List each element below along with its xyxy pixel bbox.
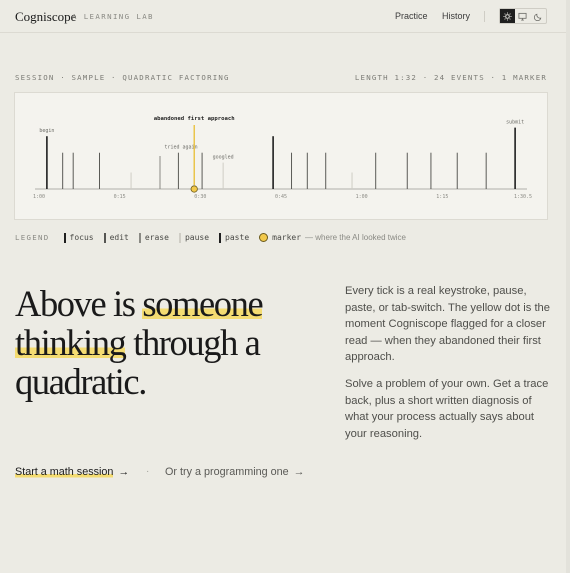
axis-tick-label: 1:00 [33, 194, 45, 200]
cta-separator: · [146, 466, 150, 477]
axis-tick-label: 1:00 [356, 194, 368, 200]
logo[interactable]: Cogniscope [15, 9, 76, 25]
event-label: tried again [164, 145, 197, 151]
legend-edit: edit [103, 232, 129, 243]
axis-tick-label: 1:30.5 [514, 194, 532, 200]
legend-title: LEGEND [15, 233, 50, 242]
legend-paste: paste [219, 232, 249, 243]
top-bar: Cogniscope A LEARNING LAB Practice Histo… [0, 0, 570, 33]
nav-divider [484, 11, 485, 22]
nav-practice[interactable]: Practice [395, 11, 428, 21]
scrollbar[interactable] [566, 0, 570, 573]
session-title: SESSION · SAMPLE · QUADRATIC FACTORING [15, 73, 230, 82]
intro-paragraph: Every tick is a real keystroke, pause, p… [345, 285, 550, 363]
event-label: googled [213, 155, 234, 161]
try-programming-link[interactable]: Or try a programming one → [165, 466, 304, 478]
legend-pause: pause [178, 232, 209, 243]
marker-label: abandoned first approach [154, 116, 235, 122]
cta-paragraph: Solve a problem of your own. Get a trace… [345, 378, 549, 440]
highlight-thinking: thinking [15, 322, 127, 363]
highlight-someone: someone [142, 283, 264, 324]
arrow-right-icon: → [118, 466, 130, 478]
timeline-legend: LEGEND focus edit erase pause paste mark… [15, 232, 406, 243]
axis-tick-label: 1:15 [436, 194, 448, 200]
session-stats: LENGTH 1:32 · 24 EVENTS · 1 MARKER [354, 73, 547, 82]
axis-tick-label: 0:45 [275, 194, 287, 200]
sun-icon[interactable] [500, 9, 516, 23]
arrow-right-icon: → [293, 466, 305, 478]
event-label: submit [506, 120, 524, 126]
session-timeline: begin tried again googled submit 1:00 0:15 0:3… [14, 92, 548, 220]
axis-tick-label: 0:30 [194, 194, 206, 200]
nav-history[interactable]: History [442, 11, 470, 21]
start-math-session-button[interactable]: Start a math session → [15, 466, 129, 478]
theme-switcher [499, 8, 547, 24]
marker-dot-icon [259, 233, 269, 242]
legend-marker: marker — where the AI looked twice [259, 233, 406, 242]
timeline-chart: begin tried again googled submit 1:00 0:15 0:3… [33, 116, 532, 200]
axis-tick-label: 0:15 [114, 194, 126, 200]
monitor-icon[interactable] [515, 9, 530, 23]
legend-erase: erase [138, 232, 169, 243]
legend-marker-note: — where the AI looked twice [305, 233, 406, 242]
tagline: A LEARNING LAB [72, 12, 154, 21]
moon-icon[interactable] [531, 9, 546, 23]
event-label: begin [39, 128, 54, 134]
legend-focus: focus [63, 232, 94, 243]
marker-dot [190, 185, 198, 193]
hero-headline: Above is someone thinking through a quad… [15, 283, 264, 402]
